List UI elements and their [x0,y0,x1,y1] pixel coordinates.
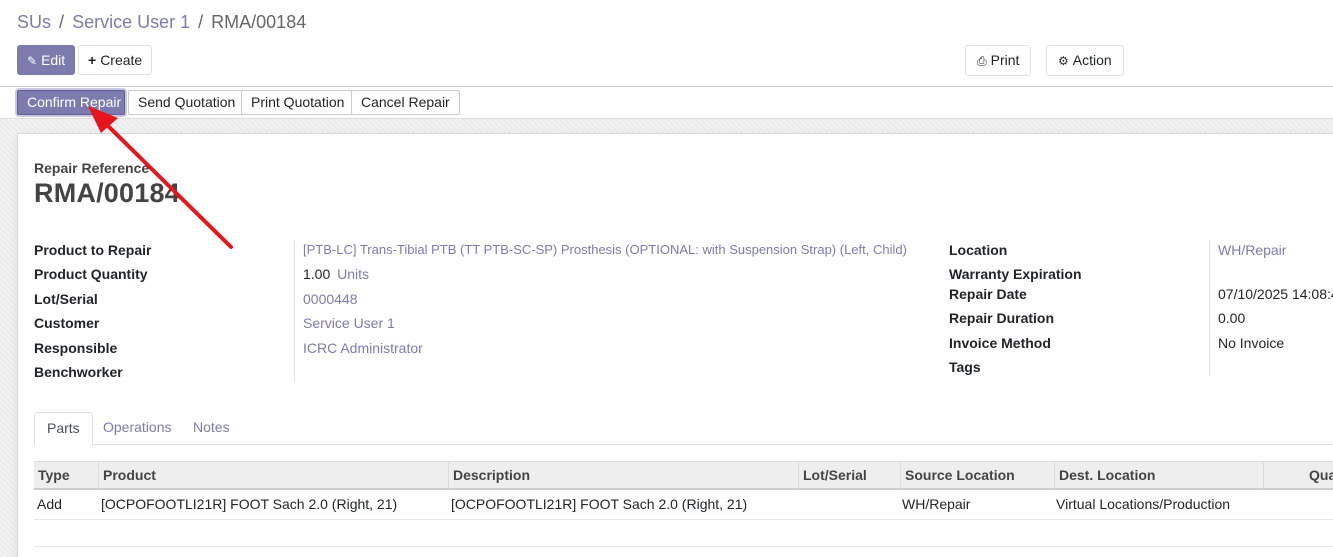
repair-date-label: Repair Date [949,286,1027,302]
column-header-lot-serial[interactable]: Lot/Serial [798,462,900,489]
tab-notes[interactable]: Notes [181,412,242,445]
product-quantity-label: Product Quantity [34,266,148,282]
row-lot-serial [798,490,801,519]
row-product: [OCPOFOOTLI21R] FOOT Sach 2.0 (Right, 21… [101,496,398,512]
product-quantity-field[interactable]: 1.00 Units [303,266,369,282]
column-header-product[interactable]: Product [98,462,448,489]
customer-label: Customer [34,315,100,331]
breadcrumb-sus[interactable]: SUs [17,12,51,32]
statusbar: Confirm Repair Send Quotation Print Quot… [0,87,1333,119]
benchworker-label: Benchworker [34,364,123,380]
control-panel: SUs / Service User 1 / RMA/00184 ✎ Edit +… [0,0,1333,87]
printer-icon: ⎙ [977,54,987,68]
breadcrumb-current: RMA/00184 [211,12,307,32]
left-group-divider [294,240,295,382]
create-button-label: Create [100,52,143,68]
column-header-quantity-label: Quantity [1309,467,1333,483]
repair-reference-label: Repair Reference [34,160,150,176]
row-description: [OCPOFOOTLI21R] FOOT Sach 2.0 (Right, 21… [451,496,748,512]
parts-table-header: Type Product Description Lot/Serial Sour… [34,461,1333,490]
action-button[interactable]: ⚙ Action [1046,45,1124,76]
print-button-label: Print [990,52,1020,68]
breadcrumb-separator: / [59,12,65,32]
edit-button-label: Edit [41,52,66,68]
repair-date-value[interactable]: 07/10/2025 14:08:41 [1218,286,1333,302]
product-to-repair-value[interactable]: [PTB-LC] Trans-Tibial PTB (TT PTB-SC-SP)… [303,242,907,257]
repair-reference-value: RMA/00184 [34,178,180,208]
breadcrumb: SUs / Service User 1 / RMA/00184 [17,12,306,33]
product-quantity-value: 1.00 [303,266,331,282]
breadcrumb-separator: / [198,12,204,32]
pencil-icon: ✎ [27,54,38,68]
row-dest-location: Virtual Locations/Production [1056,496,1231,512]
send-quotation-button[interactable]: Send Quotation [128,90,246,115]
plus-icon: + [88,52,97,68]
tab-operations[interactable]: Operations [91,412,183,445]
cancel-repair-button[interactable]: Cancel Repair [351,90,460,115]
create-button[interactable]: + Create [78,45,153,75]
customer-value[interactable]: Service User 1 [303,315,395,331]
repair-duration-value[interactable]: 0.00 [1218,310,1245,326]
column-header-dest-location[interactable]: Dest. Location [1054,462,1263,489]
table-footer-line [34,546,1333,547]
tab-parts[interactable]: Parts [34,412,93,446]
invoice-method-value[interactable]: No Invoice [1218,335,1284,351]
column-header-source-location[interactable]: Source Location [900,462,1054,489]
column-header-description[interactable]: Description [448,462,798,489]
breadcrumb-service-user[interactable]: Service User 1 [72,12,190,32]
product-quantity-unit[interactable]: Units [337,266,369,282]
row-type: Add [37,496,62,512]
gear-icon: ⚙ [1058,54,1069,68]
action-button-label: Action [1072,52,1112,68]
responsible-value[interactable]: ICRC Administrator [303,340,423,356]
confirm-repair-button[interactable]: Confirm Repair [17,90,125,115]
row-source-location: WH/Repair [902,496,971,512]
invoice-method-label: Invoice Method [949,335,1051,351]
print-quotation-button[interactable]: Print Quotation [241,90,355,115]
location-value[interactable]: WH/Repair [1218,242,1286,258]
edit-button[interactable]: ✎ Edit [17,45,76,75]
lot-serial-label: Lot/Serial [34,291,98,307]
lot-serial-value[interactable]: 0000448 [303,291,358,307]
warranty-expiration-label: Warranty Expiration [949,266,1082,282]
print-button[interactable]: ⎙ Print [965,45,1032,76]
location-label: Location [949,242,1008,258]
product-to-repair-label: Product to Repair [34,242,152,258]
table-row[interactable]: Add [OCPOFOOTLI21R] FOOT Sach 2.0 (Right… [34,490,1333,520]
tags-label: Tags [949,359,981,375]
column-header-type[interactable]: Type [34,462,98,489]
column-header-quantity[interactable]: Quantity [1263,462,1333,489]
right-group-divider [1209,240,1210,376]
repair-duration-label: Repair Duration [949,310,1055,326]
responsible-label: Responsible [34,340,118,356]
